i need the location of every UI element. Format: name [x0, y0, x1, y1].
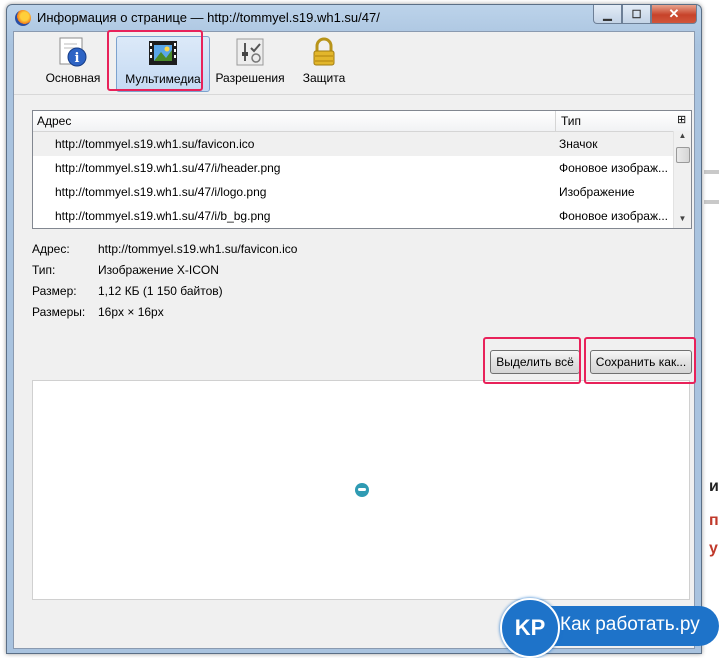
row-url: http://tommyel.s19.wh1.su/47/i/header.pn… — [55, 161, 281, 175]
tab-permissions-label: Разрешения — [215, 71, 285, 85]
media-icon — [147, 37, 179, 69]
permissions-icon — [234, 36, 266, 68]
close-button[interactable]: ✕ — [651, 5, 697, 24]
page-info-window: Информация о странице — http://tommyel.s… — [6, 4, 702, 654]
table-row[interactable]: http://tommyel.s19.wh1.su/47/i/b_bg.png … — [33, 204, 673, 227]
detail-value: Изображение X-ICON — [98, 263, 219, 277]
dialog-body: i Основная Мультимедиа Разрешения Защита… — [13, 31, 695, 649]
bg-text-line — [704, 170, 719, 174]
lock-icon — [308, 36, 340, 68]
info-icon: i — [57, 36, 89, 68]
column-picker-icon[interactable]: ⊞ — [677, 113, 686, 126]
tab-general[interactable]: i Основная — [42, 36, 104, 90]
bg-glyph: у — [709, 540, 718, 557]
title-bar[interactable]: Информация о странице — http://tommyel.s… — [7, 5, 701, 31]
tab-general-label: Основная — [45, 71, 101, 85]
detail-value: http://tommyel.s19.wh1.su/favicon.ico — [98, 242, 298, 256]
row-url: http://tommyel.s19.wh1.su/47/i/logo.png — [55, 185, 267, 199]
row-url: http://tommyel.s19.wh1.su/47/i/b_bg.png — [55, 209, 271, 223]
save-as-button[interactable]: Сохранить как... — [590, 350, 692, 374]
detail-label: Размер: — [32, 284, 77, 298]
tab-security[interactable]: Защита — [294, 36, 354, 90]
background-page: и п у — [700, 0, 719, 656]
tab-media-label: Мультимедиа — [125, 72, 201, 86]
maximize-icon: ☐ — [631, 8, 642, 21]
minimize-button[interactable]: ▁ — [593, 5, 622, 24]
list-scrollbar[interactable]: ▲ ▼ — [673, 131, 691, 228]
detail-label: Адрес: — [32, 242, 70, 256]
row-type: Значок — [559, 137, 598, 151]
column-address[interactable]: Адрес — [37, 114, 71, 128]
column-type[interactable]: Тип — [561, 114, 581, 128]
detail-value: 16px × 16px — [98, 305, 164, 319]
toolbar: i Основная Мультимедиа Разрешения Защита — [14, 32, 694, 95]
table-row[interactable]: http://tommyel.s19.wh1.su/favicon.ico Зн… — [33, 132, 673, 156]
detail-value: 1,12 КБ (1 150 байтов) — [98, 284, 223, 298]
window-title: Информация о странице — http://tommyel.s… — [37, 10, 380, 25]
tab-media[interactable]: Мультимедиа — [116, 36, 210, 92]
bg-glyph: п — [709, 512, 719, 529]
close-icon: ✕ — [668, 6, 680, 21]
svg-text:i: i — [75, 51, 80, 66]
watermark-badge: KP — [500, 598, 560, 658]
select-all-button[interactable]: Выделить всё — [490, 350, 580, 374]
row-type: Фоновое изображ... — [559, 209, 669, 223]
media-preview — [32, 380, 690, 600]
maximize-button[interactable]: ☐ — [622, 5, 651, 24]
watermark-logo: KP Как работать.ру — [500, 596, 719, 658]
detail-label: Тип: — [32, 263, 56, 277]
scroll-down-icon[interactable]: ▼ — [674, 214, 691, 228]
firefox-icon — [15, 10, 31, 26]
row-type: Фоновое изображ... — [559, 161, 669, 175]
media-list[interactable]: Адрес Тип ⊞ http://tommyel.s19.wh1.su/fa… — [32, 110, 692, 229]
bg-text-line — [704, 200, 719, 204]
row-type: Изображение — [559, 185, 635, 199]
table-row[interactable]: http://tommyel.s19.wh1.su/47/i/logo.png … — [33, 180, 673, 204]
table-row[interactable]: http://tommyel.s19.wh1.su/47/i/header.pn… — [33, 156, 673, 180]
row-url: http://tommyel.s19.wh1.su/favicon.ico — [55, 137, 255, 151]
window-controls: ▁ ☐ ✕ — [593, 5, 697, 25]
favicon-preview-icon — [355, 483, 369, 497]
tab-security-label: Защита — [302, 71, 346, 85]
scroll-thumb[interactable] — [676, 147, 690, 163]
scroll-up-icon[interactable]: ▲ — [674, 131, 691, 145]
bg-glyph: и — [709, 478, 719, 495]
watermark-text: Как работать.ру — [560, 614, 700, 635]
detail-label: Размеры: — [32, 305, 86, 319]
list-header: Адрес Тип ⊞ — [33, 111, 691, 132]
minimize-icon: ▁ — [603, 8, 612, 21]
tab-permissions[interactable]: Разрешения — [214, 36, 286, 90]
column-divider[interactable] — [555, 111, 556, 131]
